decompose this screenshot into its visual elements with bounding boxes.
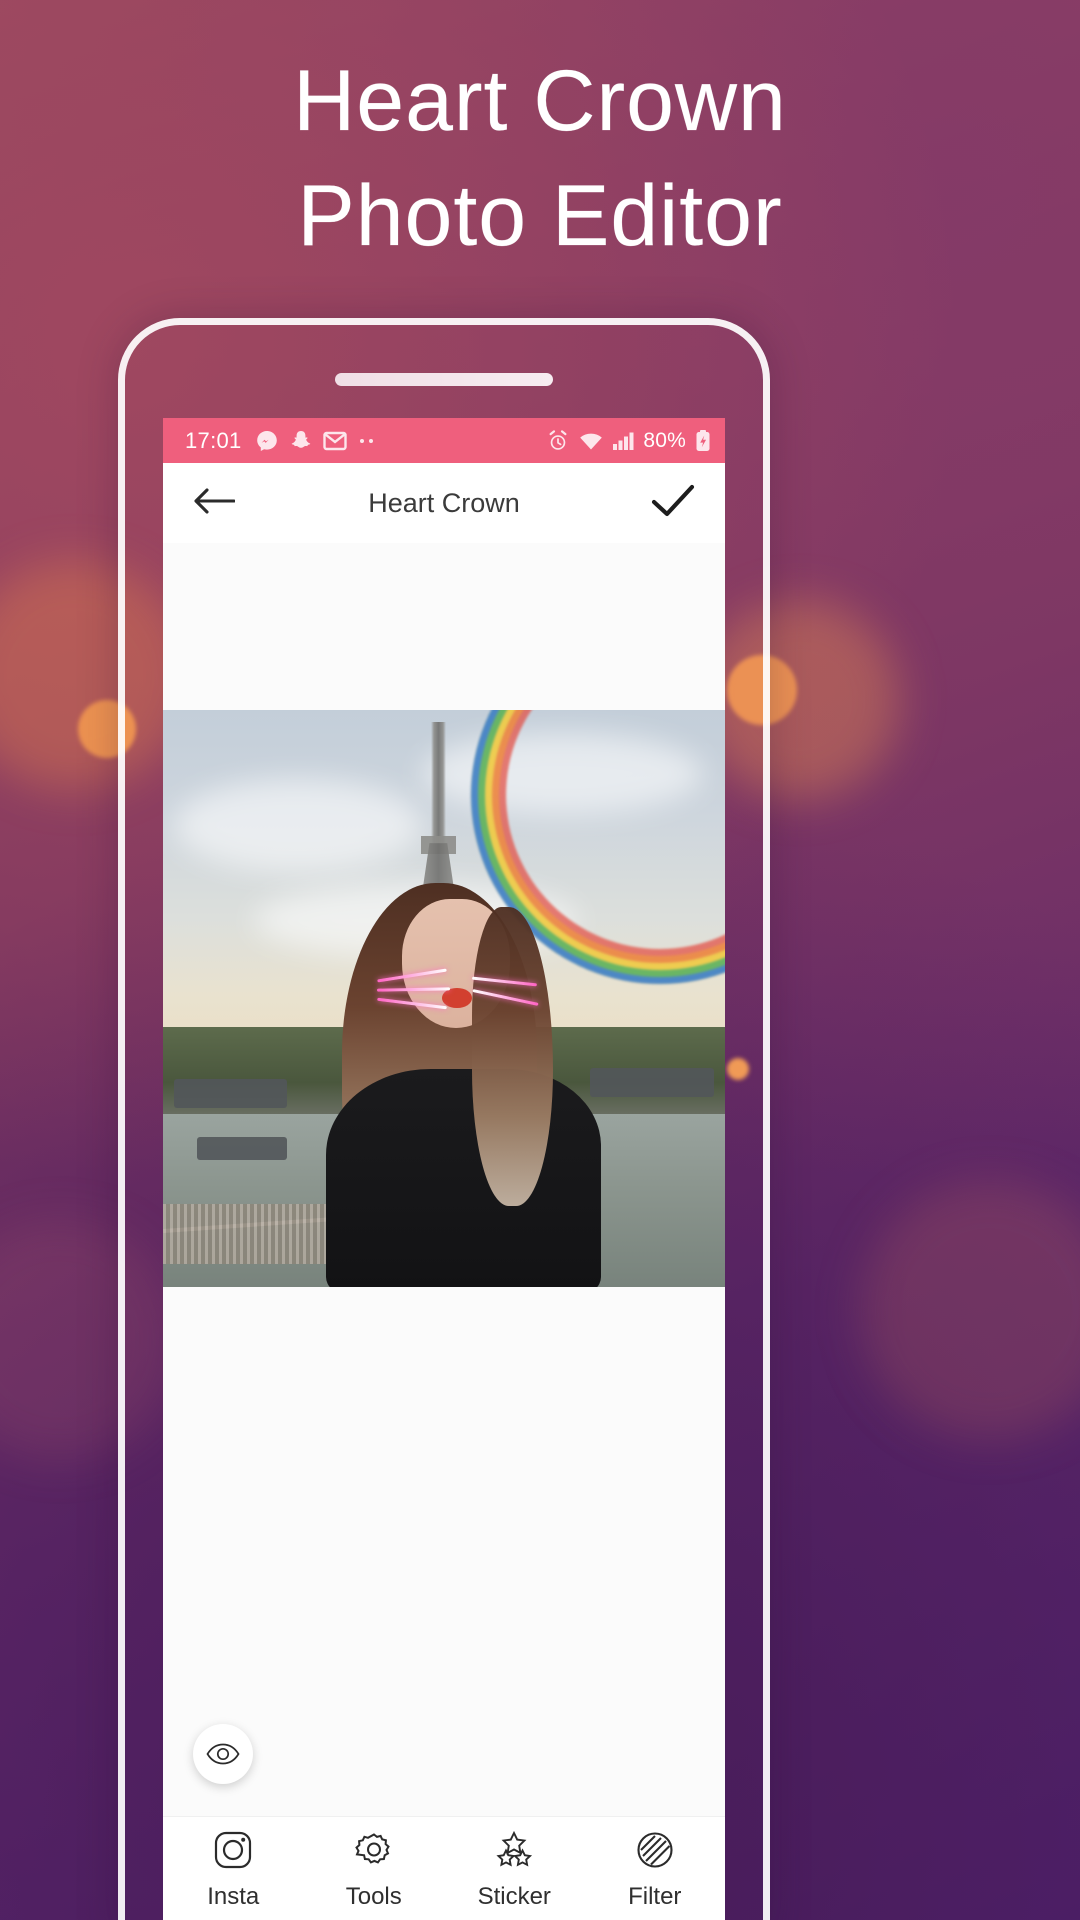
toolbar-label-filter: Filter [628,1883,682,1910]
toolbar-item-filter[interactable]: Filter [585,1830,726,1911]
snapchat-icon [291,430,310,448]
alarm-icon [549,429,567,450]
status-bar-time: 17:01 [185,427,242,453]
back-button[interactable] [193,485,236,522]
status-bar: 17:01 80% [163,418,725,463]
more-dots-icon [359,438,373,443]
lips [442,988,472,1009]
photo-preview[interactable] [163,710,725,1287]
boat [196,1136,287,1161]
toolbar-item-sticker[interactable]: Sticker [444,1830,585,1911]
battery-charging-icon [696,429,710,451]
stars-icon [496,1830,533,1867]
phone-screen: 17:01 80% Heart Crown Insta Tools Sticke… [163,418,725,1920]
bokeh-light [860,1180,1080,1440]
phone-mockup: 17:01 80% Heart Crown Insta Tools Sticke… [118,318,770,1920]
phone-speaker [335,373,553,386]
headline-line-2: Photo Editor [297,168,783,265]
promo-headline: Heart Crown Photo Editor [0,44,1080,274]
person-subject [326,883,602,1287]
filter-layers-icon [637,1832,673,1868]
wifi-icon [580,433,603,449]
gear-icon [354,1833,390,1864]
preview-toggle-button[interactable] [193,1724,253,1784]
checkmark-icon [651,484,695,516]
toolbar-label-insta: Insta [207,1883,260,1910]
boat [590,1067,714,1097]
page-title: Heart Crown [368,487,520,518]
eye-icon [206,1743,240,1765]
editor-canvas-area[interactable] [163,543,725,1816]
toolbar-label-sticker: Sticker [477,1883,551,1910]
mail-icon [322,431,347,450]
bottom-toolbar: Insta Tools Sticker Filter [163,1816,725,1920]
toolbar-item-tools[interactable]: Tools [304,1830,445,1911]
dress [326,1068,602,1287]
status-bar-battery: 80% [643,428,686,452]
signal-icon [613,432,634,450]
hair-strand [471,907,553,1207]
toolbar-label-tools: Tools [345,1883,402,1910]
toolbar-item-insta[interactable]: Insta [163,1830,304,1911]
boat [174,1079,287,1109]
headline-line-1: Heart Crown [293,53,787,149]
done-button[interactable] [651,483,695,524]
messenger-icon [256,430,277,451]
instagram-camera-icon [215,1831,252,1869]
back-arrow-icon [194,487,236,514]
app-bar: Heart Crown [163,463,725,543]
